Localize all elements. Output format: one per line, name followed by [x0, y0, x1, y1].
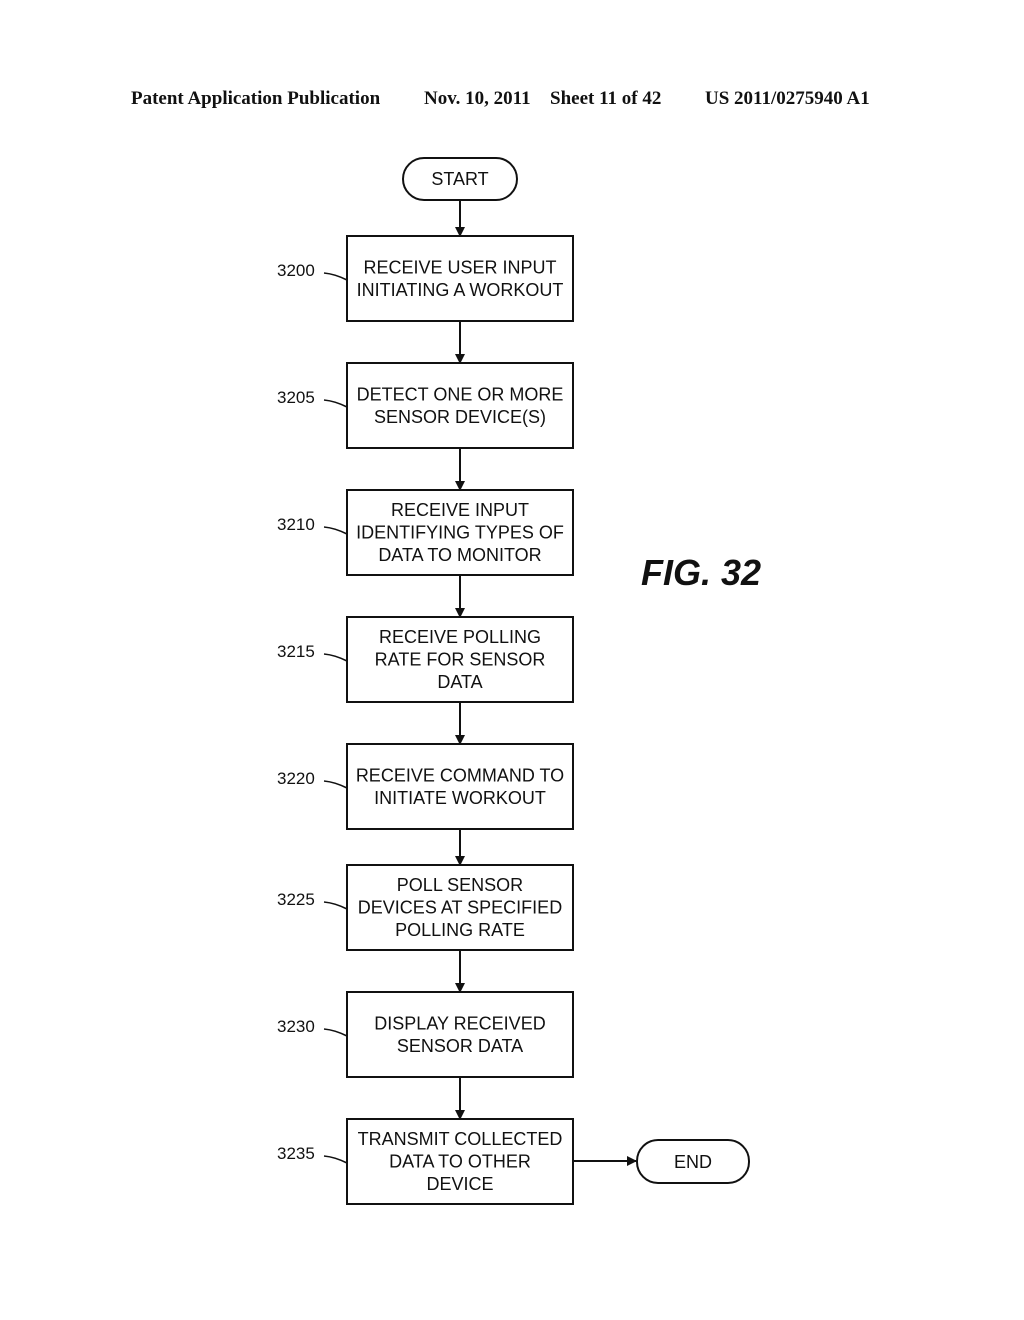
step-text: RECEIVE USER INPUT — [363, 257, 556, 277]
step-text: POLLING RATE — [395, 920, 525, 940]
reference-number: 3205 — [277, 388, 315, 407]
leader-line — [323, 399, 348, 408]
step-text: DATA TO MONITOR — [378, 545, 541, 565]
flowchart: START RECEIVE USER INPUT INITIATING A WORK… — [277, 157, 750, 1205]
step-text: DISPLAY RECEIVED — [374, 1013, 545, 1033]
step-text: DATA — [437, 672, 482, 692]
step-box-3205 — [346, 362, 574, 449]
step-text: DETECT ONE OR MORE — [357, 384, 564, 404]
step-text: DATA TO OTHER — [389, 1152, 531, 1172]
step-text: RECEIVE INPUT — [391, 500, 529, 520]
step-text: SENSOR DEVICE(S) — [374, 407, 546, 427]
end-label: END — [674, 1152, 712, 1172]
step-box-3220 — [346, 743, 574, 830]
step-text: INITIATING A WORKOUT — [357, 280, 564, 300]
step-text: RATE FOR SENSOR — [375, 650, 546, 670]
reference-number: 3230 — [277, 1017, 315, 1036]
step-text: SENSOR DATA — [397, 1036, 523, 1056]
reference-number: 3215 — [277, 642, 315, 661]
step-text: POLL SENSOR — [397, 875, 523, 895]
leader-line — [323, 780, 348, 789]
step-text: RECEIVE POLLING — [379, 627, 541, 647]
step-text: DEVICE — [426, 1174, 493, 1194]
leader-line — [323, 653, 348, 662]
step-text: TRANSMIT COLLECTED — [358, 1129, 563, 1149]
reference-number: 3220 — [277, 769, 315, 788]
step-text: INITIATE WORKOUT — [374, 788, 546, 808]
step-box-3230 — [346, 991, 574, 1078]
step-text: DEVICES AT SPECIFIED — [358, 898, 562, 918]
reference-number: 3210 — [277, 515, 315, 534]
leader-line — [323, 901, 348, 910]
leader-line — [323, 272, 348, 281]
step-text: IDENTIFYING TYPES OF — [356, 523, 564, 543]
reference-number: 3200 — [277, 261, 315, 280]
step-text: RECEIVE COMMAND TO — [356, 765, 564, 785]
start-label: START — [431, 169, 488, 189]
leader-line — [323, 526, 348, 535]
step-box-3200 — [346, 235, 574, 322]
leader-line — [323, 1155, 348, 1164]
leader-line — [323, 1028, 348, 1037]
reference-number: 3235 — [277, 1144, 315, 1163]
reference-number: 3225 — [277, 890, 315, 909]
